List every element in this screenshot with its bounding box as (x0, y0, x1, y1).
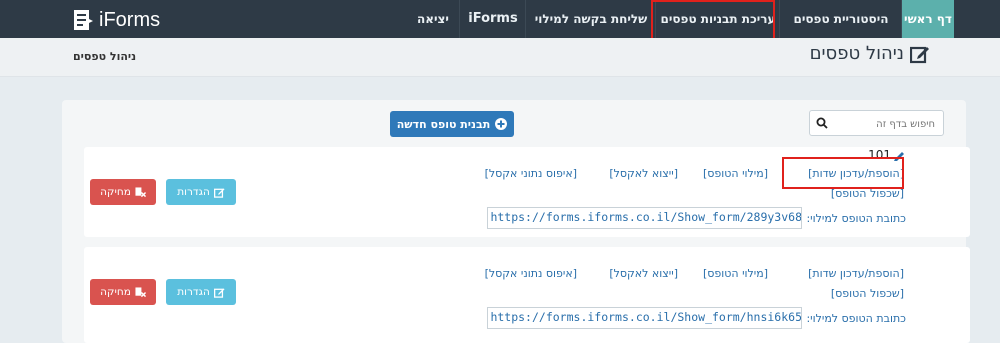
nav-home[interactable]: דף ראשי (901, 0, 954, 38)
delete-label: מחיקה (100, 186, 131, 198)
export-excel-link[interactable]: [ייצוא לאקסל] (609, 167, 678, 180)
logo[interactable]: iForms (73, 7, 160, 33)
url-label: כתובת הטופס למילוי: (806, 311, 906, 325)
edit-square-icon (910, 46, 929, 63)
page-title: ניהול טפסים (810, 43, 930, 64)
edit-square-icon (213, 187, 225, 198)
highlight-annotation-fields (782, 157, 904, 189)
settings-button[interactable]: הגדרות (166, 179, 236, 205)
form-url-row: כתובת הטופס למילוי: https://forms.iforms… (487, 207, 906, 229)
form-url-row: כתובת הטופס למילוי: https://forms.iforms… (487, 307, 906, 329)
breadcrumb: ניהול טפסים (73, 50, 137, 63)
url-label: כתובת הטופס למילוי: (806, 211, 906, 225)
page-title-text: ניהול טפסים (809, 43, 904, 64)
search-icon[interactable] (816, 117, 828, 129)
nav-logout[interactable]: יציאה (406, 0, 460, 38)
delete-file-icon (135, 286, 146, 297)
new-template-label: תבנית טופס חדשה (396, 117, 491, 131)
fill-form-link[interactable]: [מילוי הטופס] (703, 167, 768, 180)
delete-file-icon (135, 186, 146, 197)
new-template-button[interactable]: תבנית טופס חדשה (390, 111, 514, 137)
page-header: ניהול טפסים ניהול טפסים (0, 38, 1000, 77)
logo-form-icon (74, 10, 93, 30)
form-url-field[interactable]: https://forms.iforms.co.il/Show_form/hns… (487, 307, 803, 329)
settings-button[interactable]: הגדרות (166, 279, 236, 305)
settings-label: הגדרות (177, 186, 210, 198)
form-card: [הוספת/עדכון שדות] [מילוי הטופס] [ייצוא … (84, 247, 970, 343)
fill-form-link[interactable]: [מילוי הטופס] (703, 267, 768, 280)
reset-excel-link[interactable]: [איפוס נתוני אקסל] (485, 267, 577, 280)
forms-panel: תבנית טופס חדשה 101 [הוספת/עדכון שדות] [… (62, 100, 970, 343)
delete-button[interactable]: מחיקה (90, 279, 156, 305)
nav-form-history[interactable]: היסטוריית טפסים (779, 0, 902, 38)
edit-square-icon (213, 287, 225, 298)
settings-label: הגדרות (177, 286, 210, 298)
logo-text: iForms (99, 8, 161, 31)
nav-iforms[interactable]: iForms (459, 0, 526, 38)
export-excel-link[interactable]: [ייצוא לאקסל] (609, 267, 678, 280)
form-url-field[interactable]: https://forms.iforms.co.il/Show_form/289… (487, 207, 803, 229)
plus-circle-icon (495, 118, 508, 130)
duplicate-form-link[interactable]: [שכפול הטופס] (831, 287, 904, 300)
delete-button[interactable]: מחיקה (90, 179, 156, 205)
search-input[interactable] (828, 111, 937, 137)
nav-send-request[interactable]: שליחת בקשה למילוי (525, 0, 656, 38)
reset-excel-link[interactable]: [איפוס נתוני אקסל] (485, 167, 577, 180)
add-edit-fields-link[interactable]: [הוספת/עדכון שדות] (808, 267, 904, 280)
search-box[interactable] (809, 110, 944, 137)
delete-label: מחיקה (100, 286, 131, 298)
